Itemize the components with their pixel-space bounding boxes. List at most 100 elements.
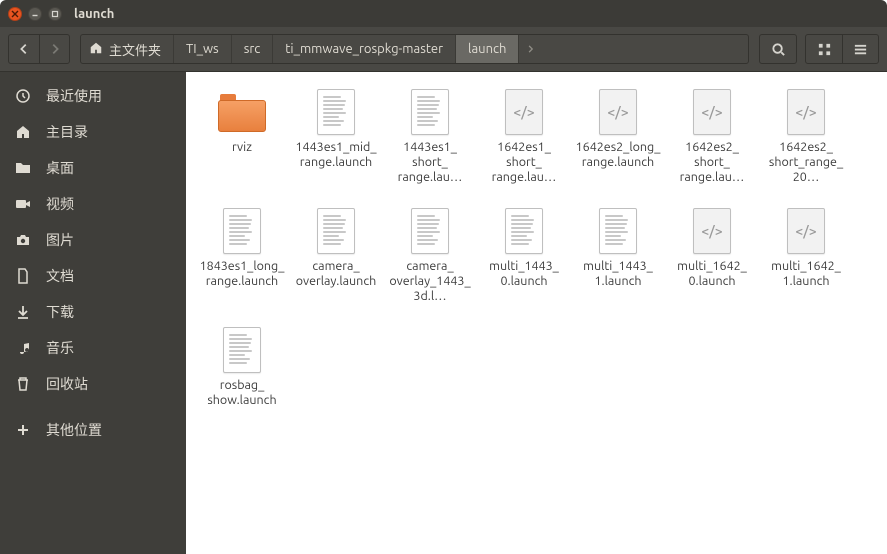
xml-file-icon: </> [693,89,731,135]
music-icon [14,340,32,356]
file-name: 1443es1_mid_range.launch [292,140,380,170]
file-name: 1642es2_long_range.launch [574,140,662,170]
sidebar-item[interactable]: 音乐 [0,330,186,366]
file-grid: rviz 1443es1_mid_range.launch1443es1_shor… [196,86,877,410]
breadcrumb-segment[interactable]: ti_mmwave_rospkg-master [273,35,456,63]
sidebar-item-label: 桌面 [46,158,74,178]
doc-icon [14,268,32,284]
plus-icon [14,422,32,438]
file-item[interactable]: camera_overlay.launch [290,205,382,306]
download-icon [14,304,32,320]
sidebar-item-label: 文档 [46,266,74,286]
camera-icon [14,232,32,248]
file-item[interactable]: </> 1642es2_short_range.lau… [666,86,758,187]
xml-file-icon: </> [599,89,637,135]
breadcrumb: 主文件夹 TI_wssrcti_mmwave_rospkg-masterlaun… [80,34,749,64]
text-file-icon [411,208,449,254]
file-item[interactable]: rviz [196,86,288,187]
text-file-icon [317,208,355,254]
window-title: launch [74,7,114,21]
sidebar-item[interactable]: 桌面 [0,150,186,186]
file-name: rviz [232,140,252,155]
xml-file-icon: </> [787,208,825,254]
sidebar-item-label: 音乐 [46,338,74,358]
file-name: 1642es2_short_range.lau… [668,140,756,185]
folder-icon [14,160,32,176]
sidebar-item[interactable]: 最近使用 [0,78,186,114]
file-name: multi_1443_0.launch [480,259,568,289]
breadcrumb-segment[interactable]: launch [456,35,519,63]
hamburger-menu-button[interactable] [842,35,878,63]
file-name: camera_overlay_1443_3d.l… [386,259,474,304]
window-maximize-button[interactable] [48,7,62,21]
folder-icon [218,92,266,132]
xml-file-icon: </> [787,89,825,135]
clock-icon [14,88,32,104]
sidebar-item[interactable]: 其他位置 [0,412,186,448]
file-item[interactable]: </> multi_1642_0.launch [666,205,758,306]
window-close-button[interactable] [8,7,22,21]
nav-forward-button[interactable] [39,35,69,63]
file-item[interactable]: multi_1443_1.launch [572,205,664,306]
file-item[interactable]: camera_overlay_1443_3d.l… [384,205,476,306]
sidebar-item[interactable]: 视频 [0,186,186,222]
sidebar-item-label: 其他位置 [46,420,102,440]
breadcrumb-more[interactable] [519,44,543,54]
file-item[interactable]: 1443es1_mid_range.launch [290,86,382,187]
nav-group [8,34,70,64]
file-name: multi_1642_1.launch [762,259,850,289]
sidebar-item[interactable]: 回收站 [0,366,186,402]
text-file-icon [317,89,355,135]
window-controls [8,7,62,21]
text-file-icon [223,327,261,373]
file-name: camera_overlay.launch [292,259,380,289]
xml-file-icon: </> [693,208,731,254]
sidebar-item[interactable]: 图片 [0,222,186,258]
file-item[interactable]: 1443es1_short_range.lau… [384,86,476,187]
sidebar-item-label: 下载 [46,302,74,322]
toolbar: 主文件夹 TI_wssrcti_mmwave_rospkg-masterlaun… [0,27,887,72]
body: 最近使用主目录桌面视频图片文档下载音乐回收站其他位置 rviz 1443es1_m… [0,72,887,554]
xml-file-icon: </> [505,89,543,135]
file-item[interactable]: </> 1642es2_long_range.launch [572,86,664,187]
breadcrumb-segment[interactable]: TI_ws [174,35,232,63]
text-file-icon [599,208,637,254]
text-file-icon [223,208,261,254]
search-button[interactable] [760,35,796,63]
toolbar-right [759,34,879,64]
file-item[interactable]: </> 1642es2_short_range_20… [760,86,852,187]
text-file-icon [505,208,543,254]
home-icon [89,41,103,58]
sidebar-item-label: 视频 [46,194,74,214]
window-minimize-button[interactable] [28,7,42,21]
file-name: 1642es2_short_range_20… [762,140,850,185]
text-file-icon [411,89,449,135]
breadcrumb-home-label: 主文件夹 [109,40,161,59]
sidebar-item[interactable]: 下载 [0,294,186,330]
file-name: 1843es1_long_range.launch [198,259,286,289]
trash-icon [14,376,32,392]
file-name: rosbag_show.launch [198,378,286,408]
file-name: multi_1642_0.launch [668,259,756,289]
file-item[interactable]: </> 1642es1_short_range.lau… [478,86,570,187]
file-item[interactable]: rosbag_show.launch [196,324,288,410]
file-name: 1642es1_short_range.lau… [480,140,568,185]
home-icon [14,124,32,140]
sidebar-item-label: 回收站 [46,374,88,394]
sidebar-item-label: 最近使用 [46,86,102,106]
sidebar: 最近使用主目录桌面视频图片文档下载音乐回收站其他位置 [0,72,186,554]
file-name: 1443es1_short_range.lau… [386,140,474,185]
file-item[interactable]: 1843es1_long_range.launch [196,205,288,306]
view-grid-button[interactable] [806,35,842,63]
sidebar-item[interactable]: 文档 [0,258,186,294]
file-item[interactable]: multi_1443_0.launch [478,205,570,306]
nav-back-button[interactable] [9,35,39,63]
sidebar-item-label: 图片 [46,230,74,250]
file-name: multi_1443_1.launch [574,259,662,289]
content-area[interactable]: rviz 1443es1_mid_range.launch1443es1_shor… [186,72,887,554]
file-item[interactable]: </> multi_1642_1.launch [760,205,852,306]
breadcrumb-home[interactable]: 主文件夹 [81,35,174,63]
sidebar-item[interactable]: 主目录 [0,114,186,150]
breadcrumb-segment[interactable]: src [232,35,274,63]
video-icon [14,196,32,212]
